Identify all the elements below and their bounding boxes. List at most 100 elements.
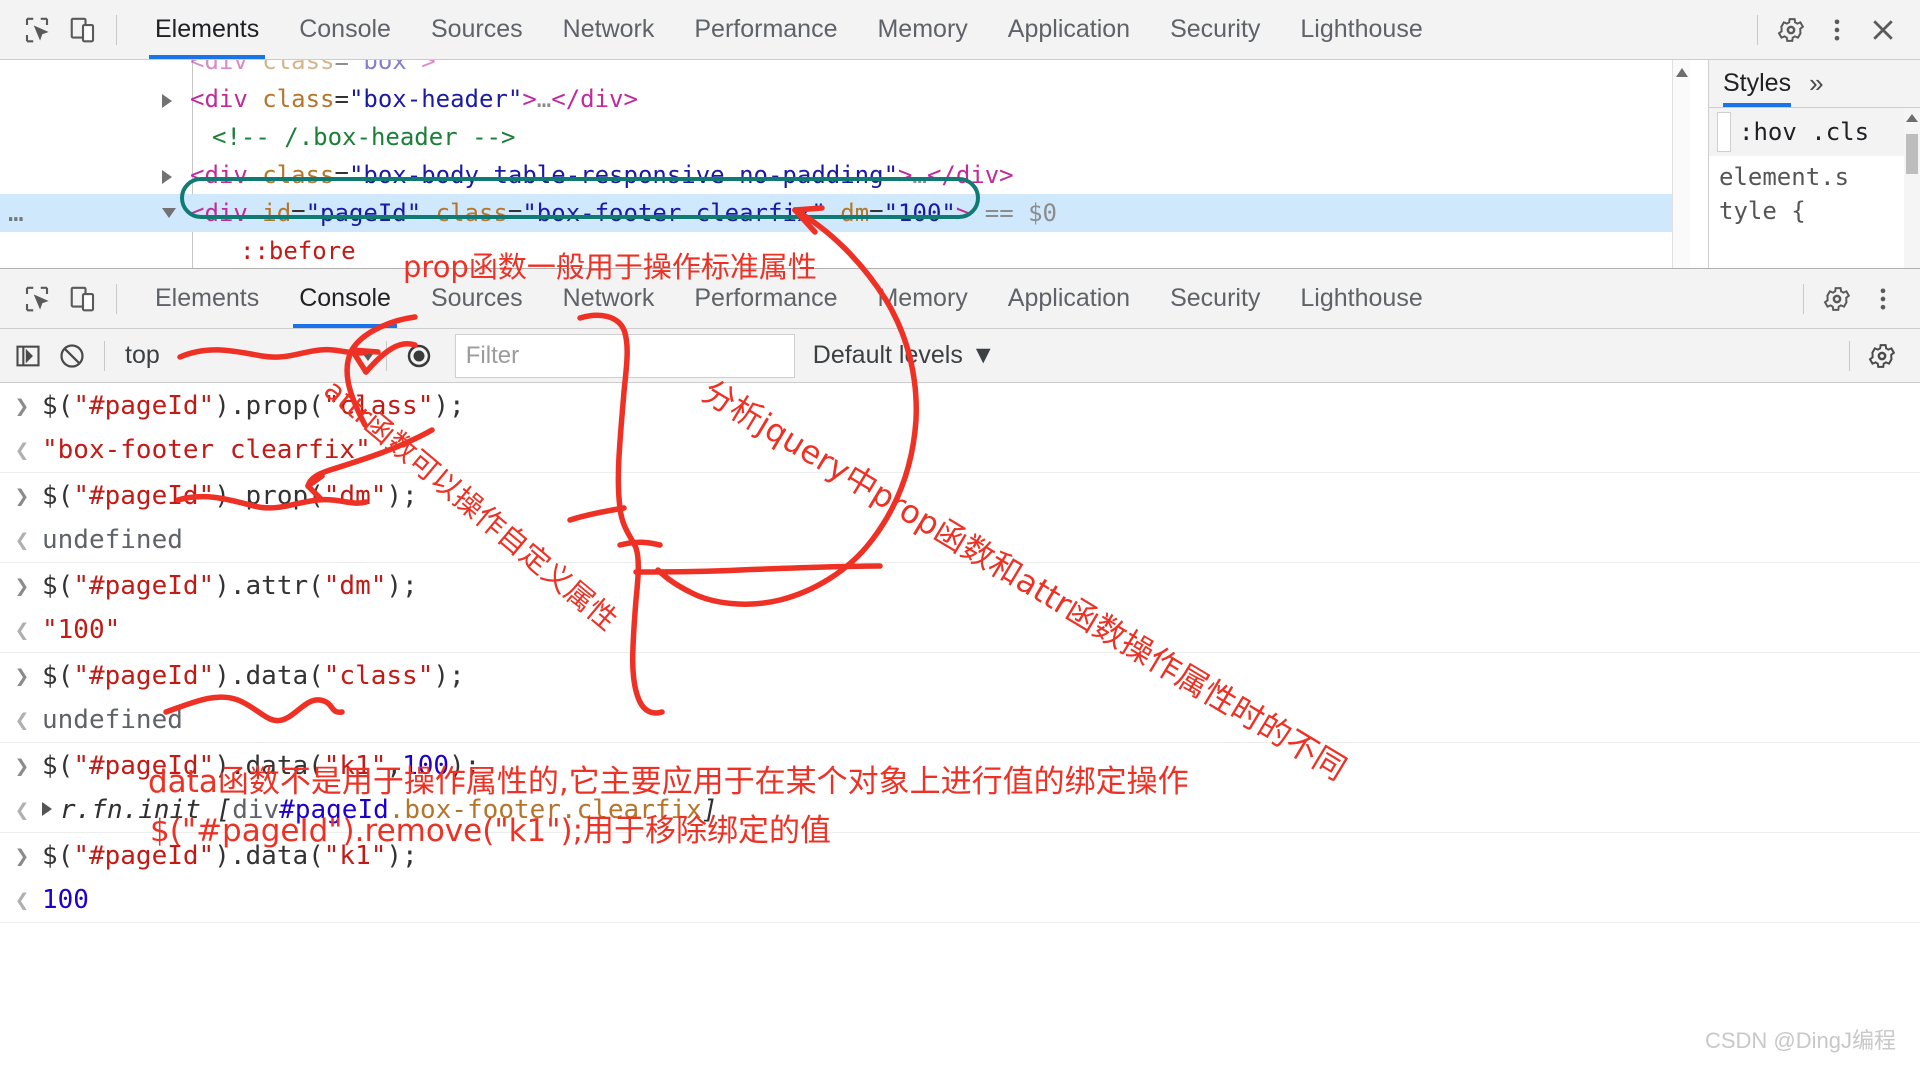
console-row-text: $("#pageId").prop("class");	[36, 391, 465, 421]
expand-object-icon[interactable]	[42, 802, 52, 816]
dom-node-row[interactable]: ::before	[0, 232, 1690, 268]
elements-tab-console[interactable]: Console	[279, 0, 411, 59]
settings-gear-icon[interactable]	[1814, 276, 1860, 322]
dom-token: <div	[190, 60, 263, 75]
console-row-text: r.fn.init [div#pageId.box-footer.clearfi…	[36, 795, 717, 825]
log-level-label: Default levels	[812, 341, 963, 369]
dom-row-overflow-icon[interactable]: …	[8, 194, 24, 232]
styles-scroll-up-icon[interactable]	[1906, 114, 1918, 122]
console-tab-performance[interactable]: Performance	[674, 269, 857, 328]
dom-token: id	[262, 199, 292, 227]
scroll-up-arrow-icon[interactable]	[1676, 68, 1688, 77]
dom-token: <div	[190, 85, 263, 113]
console-token: "class"	[323, 660, 434, 691]
elements-tab-sources[interactable]: Sources	[411, 0, 543, 59]
console-settings-icon[interactable]	[1860, 334, 1904, 378]
dom-node-row[interactable]: <div class="box">	[0, 60, 1690, 80]
console-token: ).prop(	[214, 390, 324, 421]
toolbar-divider	[116, 14, 117, 45]
elements-tab-network[interactable]: Network	[543, 0, 675, 59]
live-expression-icon[interactable]	[397, 334, 441, 378]
console-output-row[interactable]: ❮ "100"	[0, 608, 1920, 653]
dom-node-row[interactable]: <div class="box-header">…</div>	[0, 80, 1690, 118]
console-output-row[interactable]: ❮ 100	[0, 878, 1920, 923]
elements-tab-performance[interactable]: Performance	[674, 0, 857, 59]
dom-token: >	[522, 85, 537, 113]
dom-token	[826, 199, 840, 227]
filterbar-divider-3	[1849, 340, 1850, 371]
dom-tree[interactable]: <div class="box"> <div class="box-header"…	[0, 60, 1690, 268]
styles-scroll-thumb[interactable]	[1906, 134, 1918, 174]
styles-more-tabs-icon[interactable]: »	[1809, 68, 1823, 99]
styles-filter-input[interactable]	[1717, 112, 1731, 152]
console-tab-lighthouse[interactable]: Lighthouse	[1280, 269, 1442, 328]
elements-toolbar-right	[1747, 7, 1920, 53]
device-toolbar-icon[interactable]	[60, 276, 106, 322]
elements-tab-memory[interactable]: Memory	[857, 0, 987, 59]
console-input-row[interactable]: ❯ $("#pageId").attr("dm");	[0, 563, 1920, 608]
chevron-right-icon[interactable]	[162, 94, 172, 108]
console-output-row[interactable]: ❮ "box-footer clearfix"	[0, 428, 1920, 473]
dom-token: …	[912, 161, 927, 189]
elements-scrollbar[interactable]	[1672, 60, 1690, 268]
dom-token: =	[869, 199, 884, 227]
settings-gear-icon[interactable]	[1768, 7, 1814, 53]
console-token: #pageId	[279, 795, 389, 825]
more-options-icon[interactable]	[1814, 7, 1860, 53]
dom-token: …	[536, 85, 552, 113]
console-message-list[interactable]: ❯ $("#pageId").prop("class"); ❮ "box-footer…	[0, 383, 1920, 1069]
console-input-row[interactable]: ❯ $("#pageId").data("k1");	[0, 833, 1920, 878]
console-row-text: $("#pageId").data("class");	[36, 661, 465, 691]
console-tab-elements[interactable]: Elements	[135, 269, 279, 328]
elements-tab-lighthouse[interactable]: Lighthouse	[1280, 0, 1442, 59]
dom-node-row[interactable]: <div class="box-body table-responsive no…	[0, 156, 1690, 194]
chevron-down-icon[interactable]	[162, 208, 176, 218]
console-input-row[interactable]: ❯ $("#pageId").prop("class");	[0, 383, 1920, 428]
console-input-row[interactable]: ❯ $("#pageId").data("k1",100);	[0, 743, 1920, 788]
clear-console-icon[interactable]	[50, 334, 94, 378]
elements-tab-security[interactable]: Security	[1150, 0, 1280, 59]
console-filter-input[interactable]: Filter	[454, 333, 795, 378]
console-tab-network[interactable]: Network	[543, 269, 675, 328]
elements-tab-elements[interactable]: Elements	[135, 0, 279, 59]
console-token: undefined	[42, 705, 183, 735]
console-input-row[interactable]: ❯ $("#pageId").data("class");	[0, 653, 1920, 698]
inspect-element-icon[interactable]	[14, 7, 60, 53]
show-console-sidebar-icon[interactable]	[6, 334, 50, 378]
console-tab-console[interactable]: Console	[279, 269, 411, 328]
console-tab-sources[interactable]: Sources	[411, 269, 543, 328]
styles-hov-cls-toggles[interactable]: :hov .cls	[1739, 118, 1869, 146]
console-input-row[interactable]: ❯ $("#pageId").prop("dm");	[0, 473, 1920, 518]
chevron-right-icon[interactable]	[162, 170, 172, 184]
console-token: ).data(	[214, 750, 324, 781]
console-token: r.fn.init	[60, 795, 217, 825]
console-token: "dm"	[323, 480, 387, 511]
chevron-down-icon[interactable]	[359, 350, 376, 361]
dom-token: =	[334, 85, 349, 113]
console-tab-memory[interactable]: Memory	[857, 269, 987, 328]
devtools-screenshot: Elements Console Sources Network Performance…	[0, 0, 1920, 1069]
more-options-icon[interactable]	[1860, 276, 1906, 322]
console-output-row[interactable]: ❮ undefined	[0, 518, 1920, 563]
device-toolbar-icon[interactable]	[60, 7, 106, 53]
log-level-selector[interactable]: Default levels ▼	[813, 341, 996, 370]
styles-rules-body: element.s tyle {	[1709, 156, 1920, 268]
inspect-element-icon[interactable]	[14, 276, 60, 322]
console-tab-security[interactable]: Security	[1150, 269, 1280, 328]
execution-context-selector[interactable]: top	[125, 341, 376, 370]
dom-token: >	[898, 161, 913, 189]
elements-tab-application[interactable]: Application	[988, 0, 1150, 59]
chevron-down-icon[interactable]: ▼	[971, 341, 996, 370]
close-devtools-icon[interactable]	[1860, 7, 1906, 53]
console-token: $(	[42, 660, 74, 691]
dom-node-row[interactable]: <!-- /.box-header -->	[0, 118, 1690, 156]
dom-token: "box-footer clearfix"	[522, 199, 826, 227]
toolbar-divider-right	[1803, 283, 1804, 314]
console-tab-application[interactable]: Application	[988, 269, 1150, 328]
console-row-text: $("#pageId").data("k1",100);	[36, 751, 480, 781]
tab-styles[interactable]: Styles	[1723, 60, 1792, 107]
styles-scrollbar[interactable]	[1904, 108, 1920, 268]
console-output-row[interactable]: ❮ undefined	[0, 698, 1920, 743]
dom-node-selected[interactable]: … <div id="pageId" class="box-footer clea…	[0, 194, 1690, 232]
console-output-row[interactable]: ❮ r.fn.init [div#pageId.box-footer.clearf…	[0, 788, 1920, 833]
